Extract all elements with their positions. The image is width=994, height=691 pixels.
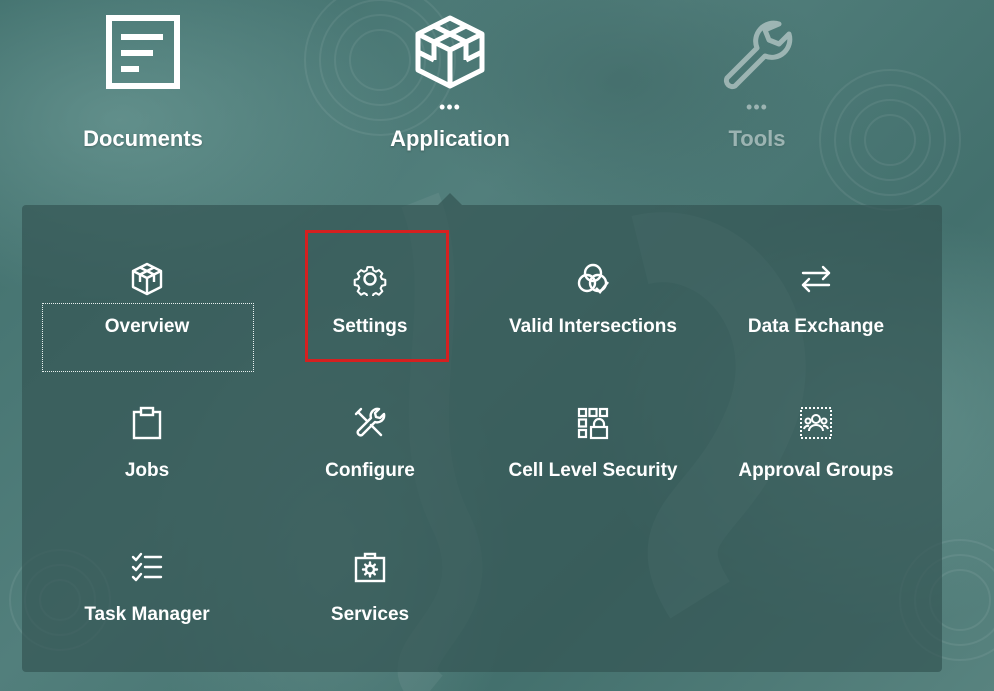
topnav-application[interactable]: ••• Application [340, 0, 560, 170]
topnav-tools-label: Tools [728, 126, 786, 151]
approval-groups-icon [799, 406, 833, 440]
topnav-documents[interactable]: Documents [33, 0, 253, 170]
tile-configure-label: Configure [325, 460, 415, 481]
exchange-arrows-icon [799, 262, 833, 296]
tile-valid-intersections[interactable]: Valid Intersections [482, 218, 704, 358]
tile-configure[interactable]: Configure [259, 362, 481, 502]
cell-security-icon [576, 406, 610, 440]
topnav-tools[interactable]: ••• Tools [647, 0, 867, 170]
tile-jobs[interactable]: Jobs [36, 362, 258, 502]
tile-data-exchange[interactable]: Data Exchange [705, 218, 927, 358]
task-list-icon [130, 550, 164, 584]
tile-valid-intersections-label: Valid Intersections [509, 316, 677, 337]
tile-data-exchange-label: Data Exchange [747, 316, 885, 337]
panel-pointer [438, 193, 462, 205]
topnav-documents-label: Documents [83, 126, 203, 151]
wrench-icon [719, 18, 795, 95]
intersections-icon [576, 262, 610, 296]
tile-jobs-label: Jobs [124, 460, 170, 481]
tile-task-manager[interactable]: Task Manager [36, 506, 258, 646]
tile-services-label: Services [330, 604, 410, 625]
tile-approval-groups[interactable]: Approval Groups [705, 362, 927, 502]
cube-icon [412, 14, 488, 95]
document-icon [105, 14, 181, 95]
settings-highlight-box [305, 230, 449, 362]
tools-icon [353, 406, 387, 440]
clipboard-icon [130, 406, 164, 440]
tile-approval-groups-label: Approval Groups [738, 460, 894, 481]
services-toolbox-icon [353, 550, 387, 584]
tools-more-dots: ••• [746, 97, 768, 117]
overview-focus-ring [42, 303, 254, 372]
tile-cell-level-security-label: Cell Level Security [508, 460, 678, 481]
tile-services[interactable]: Services [259, 506, 481, 646]
tile-task-manager-label: Task Manager [84, 604, 210, 625]
cube-icon [130, 262, 164, 296]
tile-cell-level-security[interactable]: Cell Level Security [482, 362, 704, 502]
application-more-dots: ••• [439, 97, 461, 117]
topnav-application-label: Application [390, 126, 510, 151]
